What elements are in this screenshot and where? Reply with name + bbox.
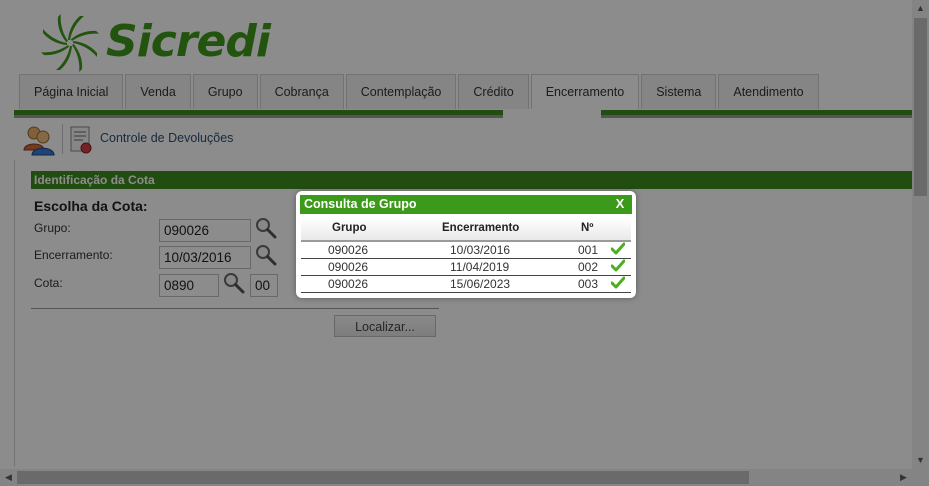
close-button[interactable]: X (613, 196, 627, 211)
column-header-grupo: Grupo (332, 222, 367, 234)
row-1-numero[interactable]: 001 (578, 243, 598, 257)
select-row-2-check-icon[interactable] (611, 259, 625, 273)
row-3-grupo[interactable]: 090026 (328, 277, 368, 291)
row-1-grupo[interactable]: 090026 (328, 243, 368, 257)
row-3-numero[interactable]: 003 (578, 277, 598, 291)
column-header-encerramento: Encerramento (442, 222, 520, 234)
row-2-numero[interactable]: 002 (578, 260, 598, 274)
select-row-1-check-icon[interactable] (611, 242, 625, 256)
row-3-encerramento[interactable]: 15/06/2023 (450, 277, 510, 291)
dialog-title: Consulta de Grupo (304, 197, 417, 211)
row-divider (301, 275, 631, 276)
row-1-encerramento[interactable]: 10/03/2016 (450, 243, 510, 257)
row-divider (301, 292, 631, 293)
row-2-grupo[interactable]: 090026 (328, 260, 368, 274)
column-header-numero: Nº (581, 222, 594, 234)
row-divider (301, 258, 631, 259)
row-2-encerramento[interactable]: 11/04/2019 (450, 260, 509, 274)
select-row-3-check-icon[interactable] (611, 276, 625, 290)
